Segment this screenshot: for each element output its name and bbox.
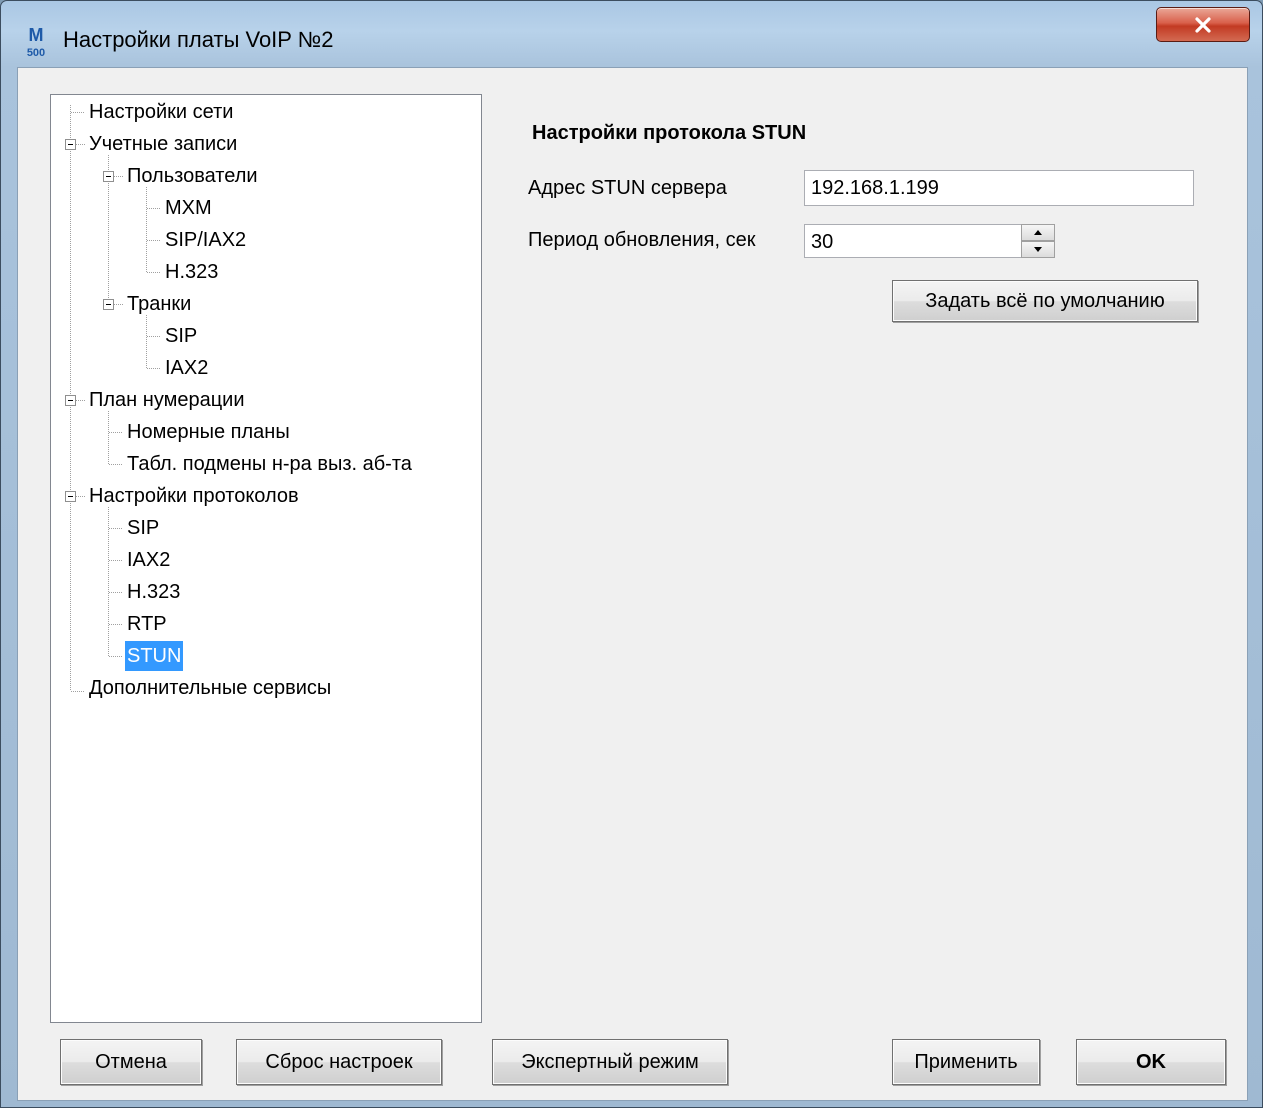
app-logo-top: M	[29, 25, 44, 45]
tree-connector-lines	[70, 105, 161, 692]
tree-item-users-sip-iax2[interactable]: SIP/IAX2	[163, 225, 248, 255]
reset-settings-button[interactable]: Сброс настроек	[236, 1039, 442, 1085]
update-period-spinner[interactable]	[1021, 224, 1055, 258]
arrow-up-icon	[1034, 230, 1042, 235]
tree-item-additional-services[interactable]: Дополнительные сервисы	[87, 673, 333, 703]
close-button[interactable]	[1156, 7, 1250, 42]
expander-users[interactable]	[103, 171, 114, 182]
spin-down-button[interactable]	[1021, 241, 1055, 258]
settings-tree[interactable]: Настройки сети Учетные записи Пользовате…	[50, 94, 482, 1023]
expander-numbering-plan[interactable]	[65, 395, 76, 406]
tree-item-numbering-plan[interactable]: План нумерации	[87, 385, 247, 415]
section-title: Настройки протокола STUN	[532, 122, 807, 144]
tree-item-users-mxm[interactable]: MXM	[163, 193, 214, 223]
stun-server-field[interactable]: 192.168.1.199	[804, 170, 1194, 206]
ok-button[interactable]: OK	[1076, 1039, 1226, 1085]
app-logo-icon: M 500	[27, 25, 45, 59]
apply-button[interactable]: Применить	[892, 1039, 1040, 1085]
tree-item-protocol-iax2[interactable]: IAX2	[125, 545, 172, 575]
tree-item-users[interactable]: Пользователи	[125, 161, 260, 191]
app-logo-bottom: 500	[27, 47, 45, 59]
tree-item-trunks-sip[interactable]: SIP	[163, 321, 199, 351]
tree-item-protocol-h323[interactable]: H.323	[125, 577, 182, 607]
tree-item-network-settings[interactable]: Настройки сети	[87, 97, 235, 127]
window-title: Настройки платы VoIP №2	[63, 27, 334, 52]
dialog-client-area: Настройки сети Учетные записи Пользовате…	[17, 67, 1248, 1101]
tree-item-protocol-stun[interactable]: STUN	[125, 641, 184, 671]
tree-item-accounts[interactable]: Учетные записи	[87, 129, 239, 159]
tree-item-protocol-rtp[interactable]: RTP	[125, 609, 169, 639]
set-defaults-button[interactable]: Задать всё по умолчанию	[892, 280, 1198, 322]
expander-accounts[interactable]	[65, 139, 76, 150]
tree-item-trunks[interactable]: Транки	[125, 289, 193, 319]
tree-item-users-h323[interactable]: H.323	[163, 257, 220, 287]
close-icon	[1195, 16, 1211, 33]
dialog-window: M 500 Настройки платы VoIP №2 Настройки …	[0, 0, 1263, 1108]
expert-mode-button[interactable]: Экспертный режим	[492, 1039, 728, 1085]
tree-item-trunks-iax2[interactable]: IAX2	[163, 353, 210, 383]
spin-up-button[interactable]	[1021, 224, 1055, 241]
arrow-down-icon	[1034, 247, 1042, 252]
update-period-field[interactable]: 30	[804, 224, 1022, 258]
stun-server-label: Адрес STUN сервера	[528, 177, 727, 199]
expander-trunks[interactable]	[103, 299, 114, 310]
expander-protocol-settings[interactable]	[65, 491, 76, 502]
title-bar[interactable]: M 500 Настройки платы VoIP №2	[1, 1, 1262, 67]
tree-item-caller-substitution-table[interactable]: Табл. подмены н-ра выз. аб-та	[125, 449, 414, 479]
update-period-label: Период обновления, сек	[528, 229, 756, 251]
tree-item-number-plans[interactable]: Номерные планы	[125, 417, 292, 447]
cancel-button[interactable]: Отмена	[60, 1039, 202, 1085]
tree-item-protocol-settings[interactable]: Настройки протоколов	[87, 481, 301, 511]
tree-item-protocol-sip[interactable]: SIP	[125, 513, 161, 543]
